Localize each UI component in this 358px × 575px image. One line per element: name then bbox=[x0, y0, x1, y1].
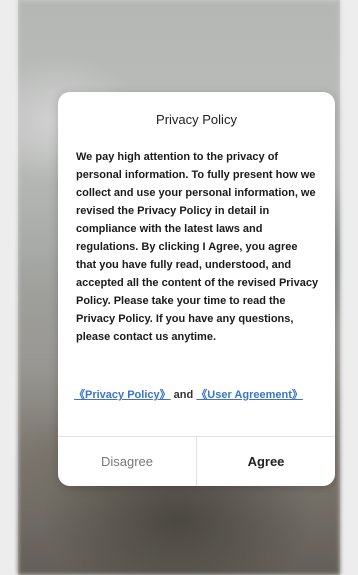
dialog-body-text: We pay high attention to the privacy of … bbox=[76, 151, 319, 343]
privacy-policy-link[interactable]: 《Privacy Policy》 bbox=[74, 389, 171, 401]
left-margin bbox=[0, 0, 18, 575]
disagree-button[interactable]: Disagree bbox=[58, 437, 196, 486]
app-screen: Privacy Policy We pay high attention to … bbox=[0, 0, 358, 575]
privacy-policy-dialog: Privacy Policy We pay high attention to … bbox=[58, 92, 335, 486]
agree-button[interactable]: Agree bbox=[197, 437, 335, 486]
user-agreement-link[interactable]: 《User Agreement》 bbox=[196, 389, 303, 401]
policy-links: 《Privacy Policy》 and 《User Agreement》 bbox=[74, 387, 319, 403]
links-and-text: and bbox=[173, 389, 194, 401]
dialog-title: Privacy Policy bbox=[156, 112, 237, 127]
right-margin bbox=[340, 0, 358, 575]
